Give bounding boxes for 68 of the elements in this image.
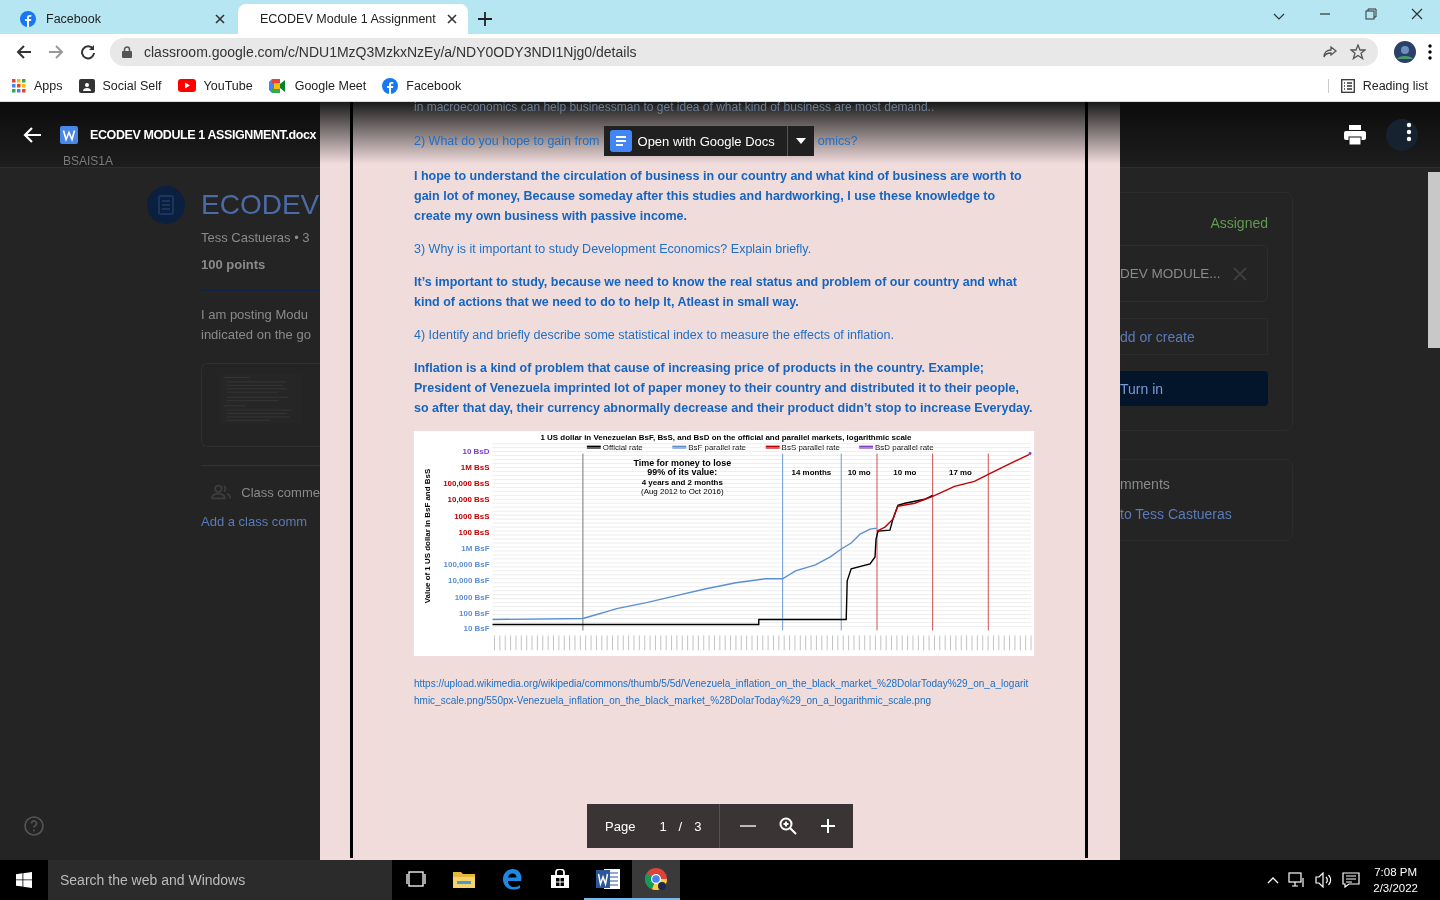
- question-text: 3) Why is it important to study Development Economics? Explain briefly.: [414, 241, 813, 258]
- chart-note: 99% of its value:: [647, 467, 718, 478]
- private-comments-heading: mments: [1120, 476, 1171, 492]
- y-axis-label: 1M BsS: [460, 463, 490, 473]
- open-with-google-docs-button[interactable]: Open with Google Docs: [603, 126, 814, 156]
- chart-note: 4 years and 2 months: [641, 478, 723, 488]
- bookmark[interactable]: Google Meet: [268, 78, 367, 93]
- clock-time: 7:08 PM: [1374, 865, 1418, 880]
- y-axis-label: 1000 BsS: [454, 512, 490, 522]
- legend-label: BsF parallel rate: [688, 442, 747, 452]
- y-axis-label: 10,000 BsF: [448, 575, 490, 585]
- period-label: 14 months: [791, 468, 832, 478]
- address-bar[interactable]: classroom.google.com/c/NDU1MzQ3MzkxNzEy/a/NDY0ODY3NDI1Njg0/details: [110, 38, 1378, 66]
- turn-in-button[interactable]: Turn in: [1120, 371, 1268, 406]
- legend-label: BsD parallel rate: [875, 442, 934, 452]
- page-number: 1: [658, 818, 668, 834]
- browser-tab[interactable]: ECODEV Module 1 Assignment: [238, 4, 468, 34]
- file-name: ECODEV MODULE 1 ASSIGNMENT.docx: [90, 127, 317, 142]
- add-or-create-button[interactable]: dd or create: [1120, 318, 1268, 355]
- taskbar-clock[interactable]: 7:08 PM 2/3/2022: [1373, 864, 1418, 896]
- y-axis-label: 100,000 BsS: [443, 479, 490, 489]
- class-comments-heading: Class comme: [241, 484, 320, 500]
- bookmark[interactable]: Facebook: [382, 77, 462, 94]
- image-source-link[interactable]: https://upload.wikimedia.org/wikipedia/commons/thumb/5/5d/Venezuela_inflation_on_the_black_market_%28DolarToday%29_on_a_logarithmic_scale.png/550px-Venezuela_inflation_on_the_black_market_%28DolarToday%29_on_a_logarithmic_scale.png: [414, 675, 1029, 709]
- chart-note: (Aug 2012 to Oct 2016): [641, 487, 724, 497]
- assignment-points: 100 points: [201, 257, 267, 272]
- attachment-name: DEV MODULE...: [1120, 266, 1221, 281]
- answer-text: I hope to understand the circulation of business in our country and what kind of business are worth to gain lot of money, Because someday after this studies and hardworking, I use these knowledge to create my own business with passive income.: [414, 168, 1023, 225]
- browser-tab[interactable]: Facebook: [8, 4, 238, 34]
- legend-label: BsS parallel rate: [781, 442, 840, 452]
- y-axis-label: 10,000 BsS: [447, 495, 490, 505]
- chart-title: 1 US dollar in Venezuelan BsF, BsS, and BsD on the official and parallel markets, logarithmic scale: [540, 432, 912, 442]
- question-text: omics?: [817, 134, 858, 148]
- y-axis-label: 100 BsS: [458, 528, 490, 538]
- question-text: 4) Identify and briefly describe some statistical index to measure the effects of inflation.: [414, 327, 895, 344]
- y-axis-title: Value of 1 US dollar in BsF and BsS: [422, 468, 432, 604]
- period-label: 10 mo: [893, 468, 917, 478]
- page-separator: /: [677, 818, 684, 834]
- assignment-title: ECODEV: [201, 189, 320, 221]
- page-label: Page: [604, 818, 637, 834]
- bookmark[interactable]: Social Self: [78, 78, 162, 93]
- bookmark[interactable]: YouTube: [177, 78, 253, 93]
- clock-date: 2/3/2022: [1373, 881, 1418, 896]
- taskbar-search-field[interactable]: Search the web and Windows: [48, 860, 392, 900]
- assignment-meta: Tess Castueras • 3: [201, 230, 311, 245]
- bookmark[interactable]: Apps: [12, 78, 63, 93]
- assignment-description: I am posting Modu indicated on the go: [201, 306, 312, 344]
- attachment-chip[interactable]: DEV MODULE...: [1120, 245, 1268, 302]
- period-label: 17 mo: [949, 468, 972, 478]
- y-axis-label: 1M BsF: [461, 543, 490, 553]
- y-axis-label: 10 BsD: [462, 446, 490, 456]
- y-axis-label: 100 BsF: [459, 608, 490, 618]
- legend-label: Official rate: [602, 442, 643, 452]
- period-label: 10 mo: [847, 468, 871, 478]
- chart-note: Time for money to lose: [633, 457, 732, 468]
- answer-text: in macroeconomics can help businessman to get idea of what kind of business are most demand..: [414, 102, 936, 114]
- class-code: BSAIS1A: [63, 154, 114, 168]
- page-total: 3: [693, 818, 703, 834]
- y-axis-label: 10 BsF: [463, 624, 490, 634]
- status-label: Assigned: [1210, 215, 1268, 231]
- y-axis-label: 1000 BsF: [454, 592, 490, 602]
- y-axis-label: 100,000 BsF: [443, 559, 490, 569]
- answer-text: It’s important to study, because we need to know the real status and problem of our country and what kind of actions that we need to do to help It, Atleast in small way.: [414, 274, 1018, 311]
- add-class-comment-link[interactable]: Add a class comm: [201, 514, 320, 529]
- reading-list-button[interactable]: Reading list: [1327, 78, 1428, 93]
- add-private-comment-link[interactable]: to Tess Castueras: [1120, 506, 1268, 522]
- answer-text: Inflation is a kind of problem that cause of increasing price of products in the country. Example; President of Venezuela imprinted lot of paper money to their country and distributed it to their people, so after that day, their currency abnormally decrease and their product didn’t stop to increase Everyday.: [414, 360, 1034, 417]
- question-text: 2) What do you hope to gain from: [414, 134, 600, 148]
